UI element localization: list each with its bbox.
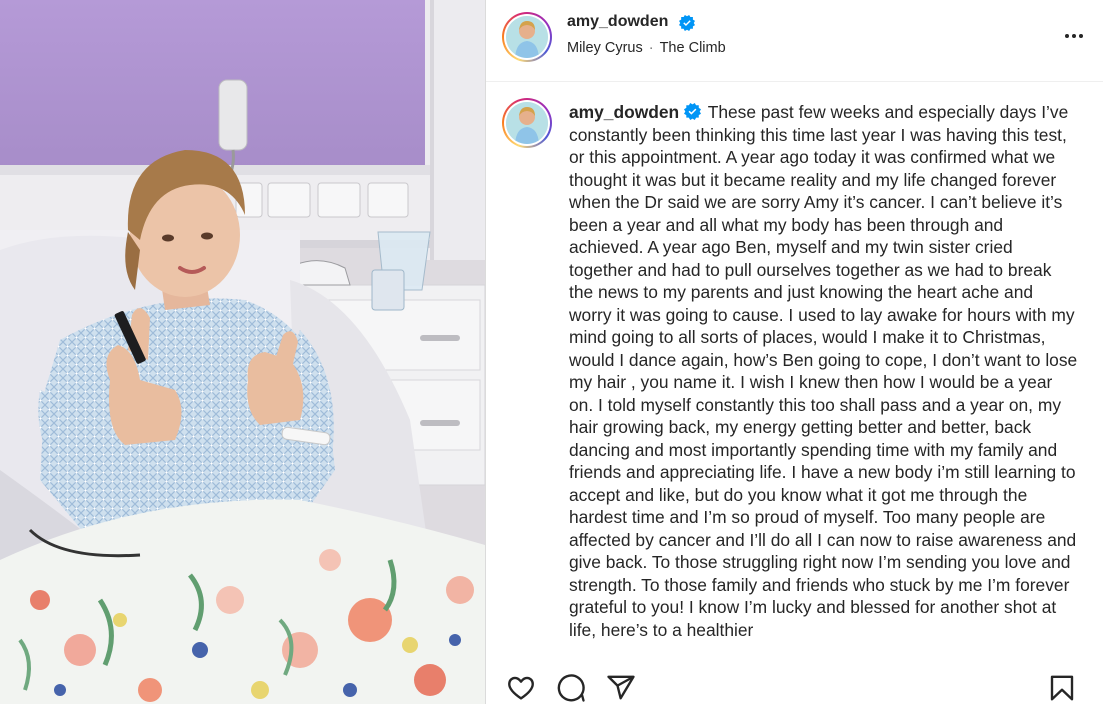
heart-icon[interactable]: [506, 673, 536, 703]
verified-badge-icon: [679, 15, 695, 31]
post-photo[interactable]: [0, 0, 485, 704]
caption-author-avatar[interactable]: [502, 98, 552, 148]
hospital-photo-illustration: [0, 0, 485, 704]
post-actions-bar: [486, 656, 1103, 704]
comment-icon[interactable]: [556, 673, 586, 703]
audio-artist[interactable]: Miley Cyrus: [567, 40, 643, 56]
audio-track[interactable]: The Climb: [660, 40, 726, 56]
author-username[interactable]: amy_dowden: [567, 13, 668, 31]
audio-attribution[interactable]: Miley Cyrus · The Climb: [567, 40, 726, 56]
post-header: amy_dowden Miley Cyrus · The Climb: [486, 0, 1103, 82]
bookmark-icon[interactable]: [1047, 673, 1077, 703]
more-options-icon[interactable]: [1062, 26, 1086, 46]
avatar-photo-icon: [506, 16, 548, 58]
post-caption: amy_dowden These past few weeks and espe…: [486, 82, 1103, 656]
caption-username[interactable]: amy_dowden: [569, 102, 679, 122]
instagram-post: amy_dowden Miley Cyrus · The Climb amy_d…: [0, 0, 1103, 704]
post-side-panel: amy_dowden Miley Cyrus · The Climb amy_d…: [485, 0, 1103, 704]
caption-text: These past few weeks and especially days…: [569, 102, 1078, 640]
audio-separator: ·: [648, 40, 654, 56]
send-icon[interactable]: [606, 673, 636, 703]
avatar-photo-icon: [506, 102, 548, 144]
caption-body: amy_dowden These past few weeks and espe…: [569, 101, 1079, 641]
verified-badge-icon: [684, 103, 702, 120]
author-avatar[interactable]: [502, 12, 552, 62]
